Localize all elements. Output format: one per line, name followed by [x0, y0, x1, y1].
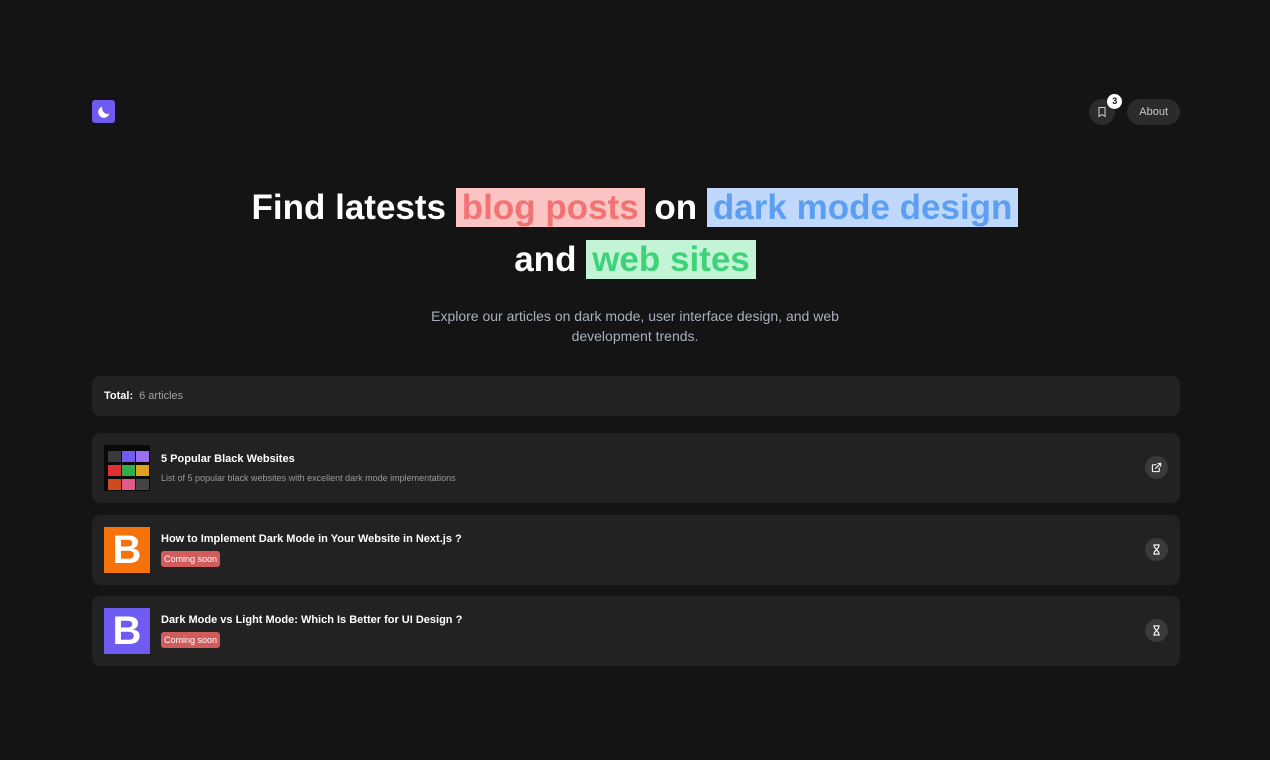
external-link-icon	[1151, 462, 1162, 473]
pending-status-button[interactable]	[1145, 619, 1168, 642]
bookmark-count-badge: 3	[1107, 93, 1123, 109]
moon-icon	[97, 106, 109, 118]
logo[interactable]	[92, 100, 115, 123]
hero-subtitle: Explore our articles on dark mode, user …	[431, 308, 839, 344]
article-text: 5 Popular Black Websites List of 5 popul…	[161, 453, 456, 483]
article-title[interactable]: 5 Popular Black Websites	[161, 453, 456, 465]
coming-soon-badge: Coming soon	[161, 551, 221, 567]
title-part-2: on	[654, 188, 698, 227]
bookmark-icon	[1098, 106, 1106, 117]
highlight-dark-mode-design: dark mode design	[706, 188, 1019, 227]
hero-section: Find latests blog posts on dark mode des…	[0, 182, 1270, 346]
thumbnail-letter: B	[112, 609, 142, 653]
open-article-button[interactable]	[1145, 456, 1168, 479]
thumbnail-letter: B	[112, 528, 142, 572]
coming-soon-badge: Coming soon	[161, 632, 221, 648]
article-card[interactable]: 5 Popular Black Websites List of 5 popul…	[92, 433, 1180, 503]
article-thumbnail: B	[104, 608, 150, 654]
total-label: Total:	[104, 390, 134, 402]
article-thumbnail	[104, 445, 150, 491]
article-thumbnail: B	[104, 527, 150, 573]
article-card[interactable]: B How to Implement Dark Mode in Your Web…	[92, 515, 1180, 585]
article-description: List of 5 popular black websites with ex…	[161, 473, 456, 483]
site-header: 3 About	[92, 93, 1180, 125]
pending-status-button[interactable]	[1145, 538, 1168, 561]
article-text: How to Implement Dark Mode in Your Websi…	[161, 533, 462, 567]
article-text: Dark Mode vs Light Mode: Which Is Better…	[161, 614, 462, 648]
article-title[interactable]: Dark Mode vs Light Mode: Which Is Better…	[161, 614, 462, 626]
title-part-3: and	[514, 240, 577, 279]
header-actions: 3 About	[1089, 93, 1180, 125]
highlight-web-sites: web sites	[586, 240, 756, 279]
title-part-1: Find latests	[251, 188, 447, 227]
bookmarks-button[interactable]: 3	[1089, 93, 1123, 125]
highlight-blog-posts: blog posts	[455, 188, 645, 227]
article-card[interactable]: B Dark Mode vs Light Mode: Which Is Bett…	[92, 596, 1180, 666]
hourglass-icon	[1153, 625, 1160, 636]
article-title[interactable]: How to Implement Dark Mode in Your Websi…	[161, 533, 462, 545]
hourglass-icon	[1153, 544, 1160, 555]
website-grid-thumbnail	[104, 445, 150, 491]
total-summary-bar: Total: 6 articles	[92, 376, 1180, 416]
total-count: 6 articles	[139, 390, 184, 402]
page-title: Find latests blog posts on dark mode des…	[0, 182, 1270, 286]
about-button[interactable]: About	[1127, 98, 1180, 125]
